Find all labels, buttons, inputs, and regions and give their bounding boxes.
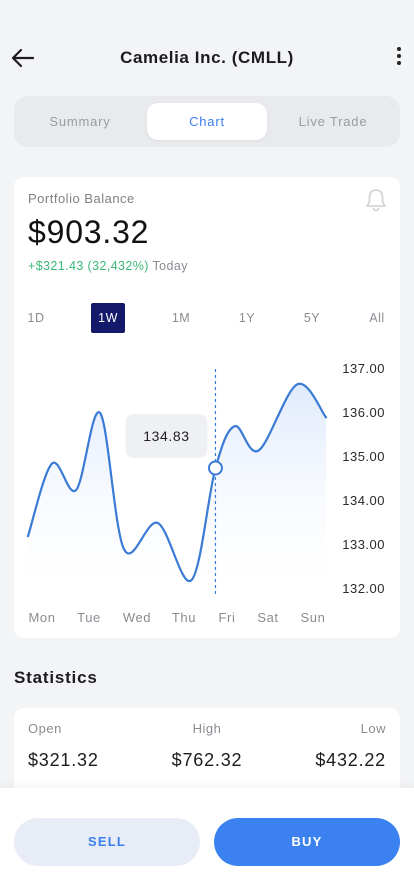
period-all[interactable]: All: [364, 303, 390, 333]
y-tick-label: 137.00: [342, 361, 385, 376]
y-tick-label: 134.00: [342, 493, 385, 508]
header: Camelia Inc. (CMLL): [0, 30, 414, 86]
statistics-title: Statistics: [14, 668, 98, 687]
notification-button[interactable]: [364, 187, 388, 213]
balance-change-value: +$321.43 (32,432%): [28, 259, 149, 273]
period-1w[interactable]: 1W: [91, 303, 125, 333]
tab-live-trade[interactable]: Live Trade: [273, 103, 393, 140]
x-tick-label: Tue: [77, 610, 101, 625]
more-vertical-icon: [397, 47, 401, 51]
y-tick-label: 132.00: [342, 581, 385, 596]
page-title: Camelia Inc. (CMLL): [120, 48, 294, 67]
y-tick-label: 133.00: [342, 537, 385, 552]
chart-marker[interactable]: [207, 460, 223, 476]
price-chart[interactable]: 134.83 137.00 136.00 135.00 134.00 133.00 132…: [14, 355, 400, 633]
stat-low-value: $432.22: [315, 750, 386, 770]
y-axis: 137.00 136.00 135.00 134.00 133.00 132.00: [342, 361, 385, 596]
tab-summary[interactable]: Summary: [20, 103, 140, 140]
portfolio-card: Portfolio Balance $903.32 +$321.43 (32,4…: [14, 177, 400, 638]
action-bar: SELL BUY: [0, 788, 414, 896]
sell-button[interactable]: SELL: [14, 818, 200, 866]
balance-change-period: Today: [152, 259, 188, 273]
y-tick-label: 136.00: [342, 405, 385, 420]
x-tick-label: Sat: [257, 610, 278, 625]
tab-chart[interactable]: Chart: [147, 103, 267, 140]
buy-button[interactable]: BUY: [214, 818, 400, 866]
tab-bar: Summary Chart Live Trade: [14, 96, 400, 147]
stat-high-label: High: [192, 721, 222, 736]
chart-tooltip: 134.83: [125, 414, 208, 458]
chart-tooltip-value: 134.83: [143, 428, 189, 444]
x-tick-label: Fri: [219, 610, 236, 625]
x-axis: Mon Tue Wed Thu Fri Sat Sun: [28, 610, 326, 625]
x-tick-label: Sun: [301, 610, 326, 625]
portfolio-balance-label: Portfolio Balance: [28, 191, 135, 206]
bell-icon: [366, 189, 386, 212]
y-tick-label: 135.00: [342, 449, 385, 464]
more-options-button[interactable]: [392, 44, 406, 72]
period-5y[interactable]: 5Y: [300, 303, 324, 333]
balance-change: +$321.43 (32,432%) Today: [28, 259, 188, 273]
period-1d[interactable]: 1D: [24, 303, 48, 333]
x-tick-label: Mon: [28, 610, 55, 625]
x-tick-label: Thu: [172, 610, 196, 625]
period-1m[interactable]: 1M: [169, 303, 193, 333]
period-selector: 1D 1W 1M 1Y 5Y All: [14, 303, 400, 333]
period-1y[interactable]: 1Y: [235, 303, 259, 333]
x-tick-label: Wed: [123, 610, 151, 625]
portfolio-balance-value: $903.32: [28, 214, 150, 250]
stat-low-label: Low: [360, 721, 386, 736]
